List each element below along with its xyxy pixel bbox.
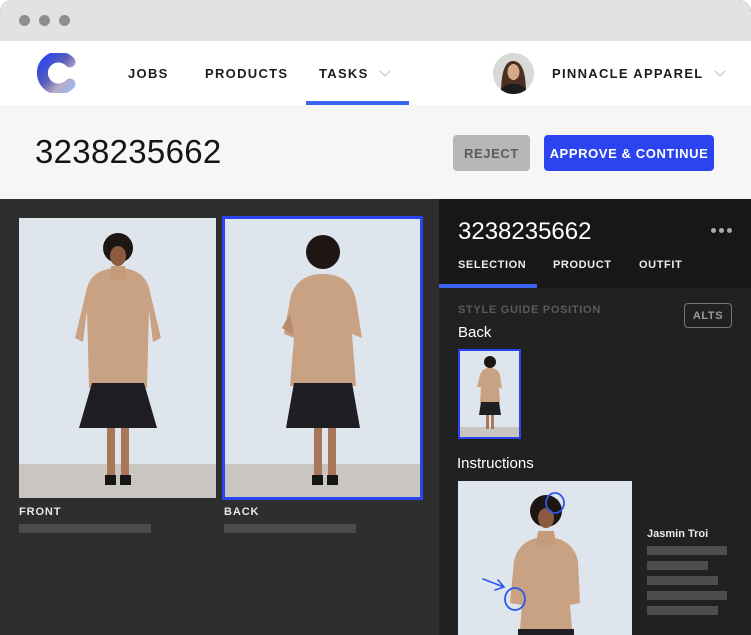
position-thumbnail[interactable]: [458, 349, 521, 439]
window-minimize-button[interactable]: [39, 15, 50, 26]
note-line-placeholder: [647, 576, 718, 585]
more-horizontal-icon[interactable]: [711, 228, 732, 233]
browser-window: JOBS PRODUCTS TASKS PINNACLE APPAREL 323…: [0, 0, 751, 635]
detail-panel-header: 3238235662 SELECTION PRODUCT OUTFIT: [439, 199, 751, 288]
note-line-placeholder: [647, 606, 718, 615]
note-line-placeholder: [647, 546, 727, 555]
photo-meta-placeholder: [19, 524, 151, 533]
back-photo[interactable]: [222, 216, 423, 500]
reject-button[interactable]: REJECT: [453, 135, 530, 171]
nav-item-tasks[interactable]: TASKS: [319, 41, 391, 105]
page-title: 3238235662: [35, 133, 222, 170]
style-guide-position-label: STYLE GUIDE POSITION: [458, 304, 601, 316]
brand-logo[interactable]: [36, 51, 77, 95]
chevron-down-icon: [713, 64, 726, 77]
avatar[interactable]: [493, 53, 534, 94]
title-bar: [0, 0, 751, 41]
active-tab-indicator: [439, 284, 537, 288]
instructions-image[interactable]: [458, 481, 632, 635]
approve-continue-button[interactable]: APPROVE & CONTINUE: [544, 135, 714, 171]
task-header: 3238235662 REJECT APPROVE & CONTINUE: [0, 105, 751, 199]
instructions-label: Instructions: [457, 455, 534, 472]
style-guide-position-value: Back: [458, 324, 492, 341]
tab-outfit[interactable]: OUTFIT: [639, 259, 682, 271]
window-maximize-button[interactable]: [59, 15, 70, 26]
detail-title: 3238235662: [458, 218, 592, 245]
tab-selection[interactable]: SELECTION: [458, 259, 526, 271]
note-line-placeholder: [647, 561, 708, 570]
nav-item-jobs[interactable]: JOBS: [128, 41, 169, 105]
window-close-button[interactable]: [19, 15, 30, 26]
note-line-placeholder: [647, 591, 727, 600]
photo-label-front: FRONT: [19, 506, 62, 518]
top-navigation: JOBS PRODUCTS TASKS PINNACLE APPAREL: [0, 41, 751, 105]
photo-gallery: FRONT BACK: [0, 199, 439, 635]
photo-label-back: BACK: [224, 506, 260, 518]
photo-meta-placeholder: [224, 524, 356, 533]
tab-product[interactable]: PRODUCT: [553, 259, 612, 271]
chevron-down-icon: [378, 64, 391, 77]
front-photo[interactable]: [19, 218, 216, 498]
detail-panel: 3238235662 SELECTION PRODUCT OUTFIT STYL…: [439, 199, 751, 635]
nav-item-products[interactable]: PRODUCTS: [205, 41, 288, 105]
instruction-author: Jasmin Troi: [647, 528, 709, 540]
alts-button[interactable]: ALTS: [684, 303, 732, 328]
account-menu[interactable]: PINNACLE APPAREL: [552, 41, 726, 105]
